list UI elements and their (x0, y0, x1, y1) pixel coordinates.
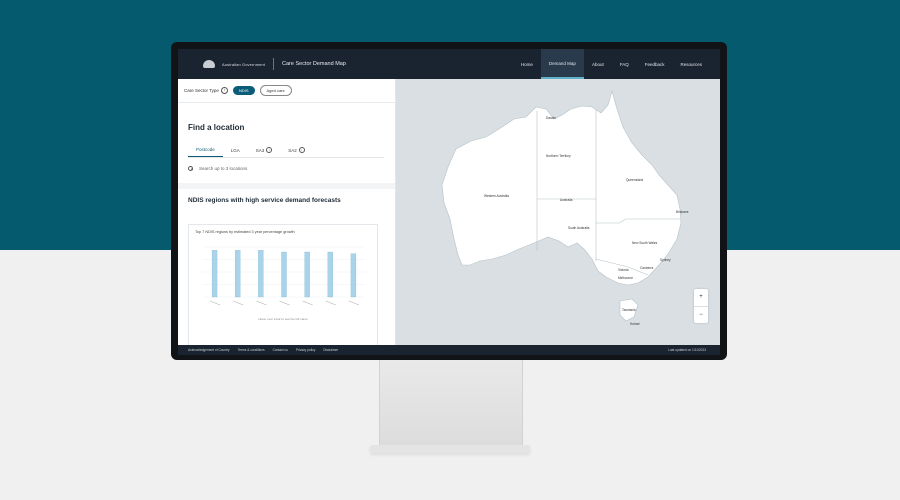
tab-sa2[interactable]: SA2 i (280, 144, 313, 157)
ndis-toggle[interactable]: NDIS (232, 86, 255, 95)
chart-bar[interactable] (211, 250, 218, 298)
tab-sa3-label: SA3 (255, 147, 265, 153)
label-qld: Queensland (626, 178, 643, 182)
app-title: Care Sector Demand Map (282, 61, 346, 67)
label-tas: Tasmania (622, 308, 636, 312)
tab-sa3[interactable]: SA3 i (248, 144, 281, 157)
info-icon[interactable]: i (220, 87, 228, 94)
info-icon[interactable]: i (266, 147, 273, 153)
chart-tick-label (233, 300, 244, 306)
tab-postcode[interactable]: Postcode (188, 144, 223, 157)
chart-bar[interactable] (281, 251, 287, 298)
ndis-section-title: NDIS regions with high service demand fo… (188, 197, 341, 204)
nav-about[interactable]: About (584, 49, 612, 79)
nav-feedback[interactable]: Feedback (637, 49, 673, 79)
footer-acknowledgement[interactable]: Acknowledgement of Country (188, 348, 230, 352)
mainland-australia[interactable] (441, 89, 682, 286)
header-divider (273, 58, 275, 70)
search-icon (188, 166, 193, 171)
nav-demand-map[interactable]: Demand Map (540, 49, 584, 79)
app-header: Australian Government Care Sector Demand… (178, 49, 720, 79)
location-search[interactable]: Search up to 3 locations (188, 166, 395, 171)
location-tabs: Postcode LGA SA3 i SA2 i (188, 144, 384, 158)
label-sydney: Sydney (660, 258, 671, 262)
label-sa: South Australia (568, 226, 590, 230)
zoom-out-button[interactable]: − (694, 307, 708, 324)
search-input[interactable]: Search up to 3 locations (199, 166, 247, 171)
government-logo[interactable]: Australian Government (200, 58, 265, 70)
label-canberra: Canberra (640, 266, 654, 270)
app-footer: Acknowledgement of Country Terms & condi… (178, 345, 720, 355)
label-australia: Australia (560, 198, 573, 202)
tab-lga[interactable]: LGA (223, 144, 248, 157)
chart-footnote: Hover over a bar to see the full name (258, 317, 308, 321)
chart-tick-label (348, 300, 360, 306)
logo-text: Australian Government (222, 61, 266, 67)
left-panel: Care Sector Type i NDIS Aged care Find a… (178, 79, 396, 350)
chart-bar[interactable] (304, 251, 310, 298)
footer-contact[interactable]: Contact us (273, 348, 288, 352)
chart-tick-label (302, 300, 313, 306)
crest-icon (200, 58, 218, 70)
monitor-base (370, 445, 530, 453)
chart-tick-label (256, 300, 267, 306)
main-nav: Home Demand Map About FAQ Feedback Resou… (513, 49, 710, 79)
chart-caption: Top 7 NDIS regions by estimated 3 year p… (195, 230, 295, 234)
map-area[interactable]: Western Australia Northern Territory Que… (396, 79, 720, 345)
nav-resources[interactable]: Resources (672, 49, 710, 79)
label-nt: Northern Territory (546, 154, 571, 158)
label-hobart: Hobart (630, 322, 640, 326)
chart-tick-label (325, 300, 336, 306)
monitor: Australian Government Care Sector Demand… (171, 42, 727, 360)
chart-bar[interactable] (235, 250, 241, 298)
nav-faq[interactable]: FAQ (612, 49, 637, 79)
nav-home[interactable]: Home (513, 49, 541, 79)
screen: Australian Government Care Sector Demand… (178, 49, 720, 355)
label-vic: Victoria (618, 268, 629, 272)
chart-bar[interactable] (327, 251, 333, 298)
find-location-title: Find a location (188, 123, 245, 132)
last-updated: Last updated on 1/11/2023 (668, 348, 706, 352)
care-sector-type-row: Care Sector Type i NDIS Aged care (178, 79, 395, 103)
info-icon[interactable]: i (298, 147, 305, 153)
footer-privacy[interactable]: Privacy policy (296, 348, 316, 352)
chart-tick-label (279, 300, 290, 306)
zoom-controls: + − (694, 289, 708, 323)
chart-tick-label (209, 300, 221, 306)
chart-card: Top 7 NDIS regions by estimated 3 year p… (188, 224, 378, 350)
australia-map[interactable]: Western Australia Northern Territory Que… (396, 79, 720, 345)
label-darwin: Darwin (546, 116, 556, 120)
label-melbourne: Melbourne (618, 276, 633, 280)
chart-bar[interactable] (350, 253, 357, 298)
label-brisbane: Brisbane (676, 210, 689, 214)
monitor-stand (379, 360, 523, 448)
aged-care-toggle[interactable]: Aged care (259, 85, 292, 96)
footer-disclaimer[interactable]: Disclaimer (323, 348, 338, 352)
footer-terms[interactable]: Terms & conditions (238, 348, 265, 352)
label-wa: Western Australia (484, 194, 509, 198)
zoom-in-button[interactable]: + (694, 289, 708, 307)
chart-bar[interactable] (258, 250, 264, 298)
care-sector-label: Care Sector Type (184, 88, 219, 93)
section-separator (178, 183, 395, 189)
label-nsw: New South Wales (632, 241, 658, 245)
bar-chart (203, 246, 365, 306)
tab-sa2-label: SA2 (288, 147, 297, 153)
